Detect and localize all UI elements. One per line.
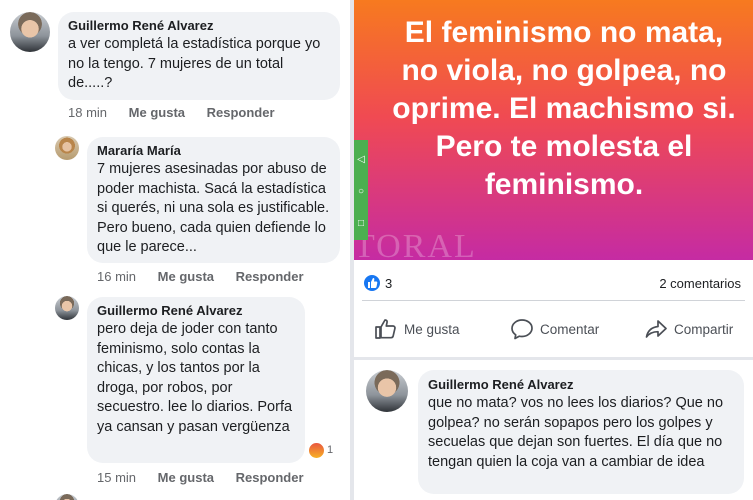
- comment-bubble-2: Mararía María 7 mujeres asesinadas por a…: [87, 137, 340, 263]
- reply-link[interactable]: Responder: [236, 269, 304, 284]
- like-link[interactable]: Me gusta: [129, 105, 185, 120]
- like-link[interactable]: Me gusta: [158, 269, 214, 284]
- angry-reaction-badge[interactable]: 1: [309, 441, 333, 459]
- like-count[interactable]: 3: [385, 276, 392, 291]
- comment-author-name[interactable]: Guillermo René Alvarez: [97, 303, 295, 318]
- divider-line: [362, 300, 745, 301]
- comment-author-name[interactable]: Guillermo René Alvarez: [68, 18, 330, 33]
- comment-count[interactable]: 2 comentarios: [659, 276, 741, 291]
- comment-button[interactable]: Comentar: [510, 317, 599, 341]
- share-icon: [645, 320, 667, 338]
- avatar-guillermo[interactable]: [366, 370, 408, 412]
- comment-time: 15 min: [97, 470, 137, 485]
- reply-link[interactable]: Responder: [207, 105, 275, 120]
- post-comment-area: Guillermo René Alvarez que no mata? vos …: [354, 360, 753, 500]
- home-icon[interactable]: ○: [355, 186, 367, 198]
- reply-link[interactable]: Responder: [236, 470, 304, 485]
- reaction-count: 1: [327, 444, 334, 456]
- comment-actions-2: 16 min Me gusta Responder: [97, 269, 322, 284]
- post-comment-bubble: Guillermo René Alvarez que no mata? vos …: [418, 370, 744, 494]
- comment-time: 18 min: [68, 105, 108, 120]
- post-action-bar: Me gusta Comentar Compartir: [354, 305, 753, 353]
- post-panel: El feminismo no mata, no viola, no golpe…: [354, 0, 753, 500]
- like-button[interactable]: Me gusta: [374, 317, 460, 341]
- comment-author-name[interactable]: Guillermo René Alvarez: [428, 377, 734, 392]
- watermark: TORAL: [354, 228, 477, 260]
- comment-label: Comentar: [540, 321, 600, 337]
- comment-thread-panel: Guillermo René Alvarez a ver completá la…: [0, 0, 350, 500]
- back-icon[interactable]: ◁: [355, 154, 367, 166]
- share-label: Compartir: [674, 321, 734, 337]
- share-button[interactable]: Compartir: [644, 317, 733, 341]
- comment-icon: [511, 319, 533, 340]
- comment-actions-1: 18 min Me gusta Responder: [68, 105, 293, 120]
- comment-bubble-1: Guillermo René Alvarez a ver completá la…: [58, 12, 340, 100]
- angry-reaction-icon: [309, 442, 324, 458]
- android-nav-bar: ◁ ○ □: [354, 140, 368, 240]
- comment-author-name[interactable]: Mararía María: [97, 143, 330, 158]
- reaction-summary: 3 2 comentarios: [354, 268, 753, 298]
- like-label: Me gusta: [404, 321, 460, 337]
- post-image[interactable]: El feminismo no mata, no viola, no golpe…: [354, 0, 753, 260]
- avatar-mararia[interactable]: [55, 136, 79, 160]
- avatar-guillermo[interactable]: [10, 12, 50, 52]
- comment-text: a ver completá la estadística porque yo …: [68, 36, 321, 91]
- post-image-text: El feminismo no mata, no viola, no golpe…: [392, 16, 736, 201]
- like-link[interactable]: Me gusta: [158, 470, 214, 485]
- comment-text: pero deja de joder con tanto feminismo, …: [97, 321, 293, 435]
- like-reaction-icon[interactable]: [364, 275, 380, 291]
- recents-icon[interactable]: □: [355, 218, 367, 230]
- comment-text: que no mata? vos no lees los diarios? Qu…: [428, 395, 724, 470]
- comment-time: 16 min: [97, 269, 137, 284]
- avatar-partial[interactable]: [55, 494, 79, 500]
- avatar-guillermo[interactable]: [55, 296, 79, 320]
- comment-text: 7 mujeres asesinadas por abuso de poder …: [97, 161, 330, 255]
- comment-bubble-3: Guillermo René Alvarez pero deja de jode…: [87, 297, 305, 463]
- thumbs-up-icon: [375, 319, 396, 339]
- comment-actions-3: 15 min Me gusta Responder: [97, 470, 322, 485]
